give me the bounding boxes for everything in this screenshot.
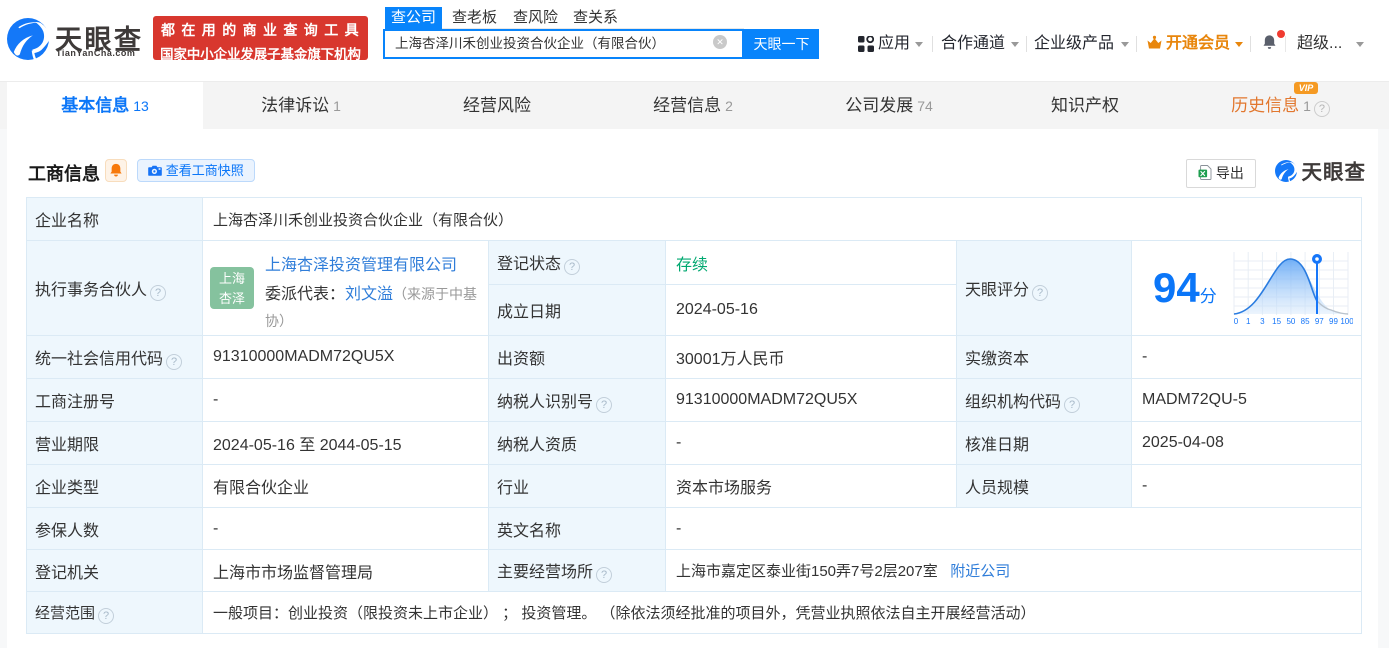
svg-text:97: 97 — [1315, 317, 1324, 325]
svg-text:天眼查: 天眼查 — [1302, 160, 1366, 183]
svg-text:15: 15 — [1272, 317, 1281, 325]
svg-text:3: 3 — [1260, 317, 1265, 325]
svg-text:1: 1 — [1246, 317, 1251, 325]
svg-text:50: 50 — [1286, 317, 1295, 325]
svg-text:0: 0 — [1234, 317, 1239, 325]
svg-text:99: 99 — [1329, 317, 1338, 325]
svg-text:100: 100 — [1340, 317, 1353, 325]
svg-text:85: 85 — [1301, 317, 1310, 325]
